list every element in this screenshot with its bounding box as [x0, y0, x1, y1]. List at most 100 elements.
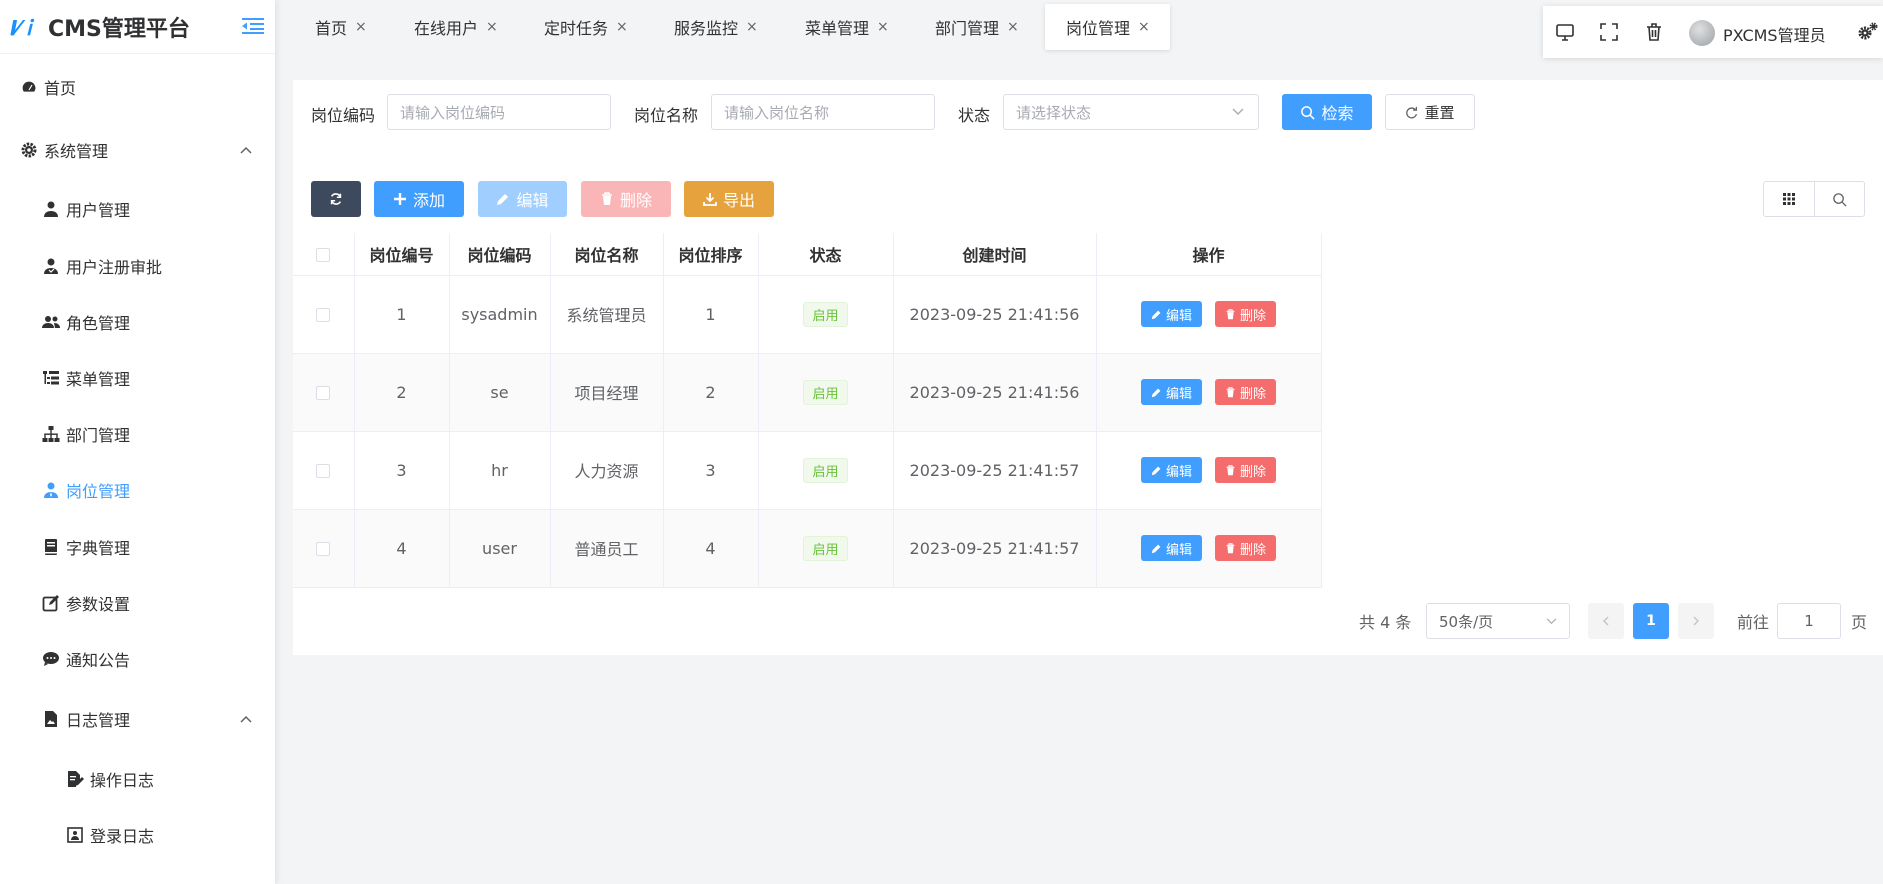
row-edit-label: 编辑	[1165, 308, 1192, 324]
close-icon[interactable]: ×	[746, 19, 758, 35]
row-delete-button[interactable]: 删除	[1215, 535, 1277, 561]
close-icon[interactable]: ×	[355, 19, 367, 35]
sidebar-item-departments[interactable]: 部门管理	[42, 419, 130, 449]
sidebar-item-params[interactable]: 参数设置	[42, 588, 130, 618]
reset-button[interactable]: 重置	[1385, 94, 1475, 130]
export-button[interactable]: 导出	[684, 181, 774, 217]
row-checkbox[interactable]	[316, 308, 331, 322]
sidebar-item-register-approval[interactable]: 用户注册审批	[42, 251, 162, 281]
sidebar-item-menus[interactable]: 菜单管理	[42, 363, 130, 393]
edit-button[interactable]: 编辑	[478, 181, 567, 217]
fullscreen-icon[interactable]	[1598, 21, 1620, 43]
row-checkbox[interactable]	[316, 464, 331, 478]
trash-icon[interactable]	[1643, 21, 1665, 43]
close-icon[interactable]: ×	[1007, 19, 1019, 35]
tab-post-mgmt[interactable]: 岗位管理 ×	[1045, 4, 1170, 50]
sidebar-item-operation-log[interactable]: 操作日志	[66, 764, 154, 794]
select-all-checkbox[interactable]	[316, 247, 331, 262]
column-header[interactable]: 岗位编号	[354, 233, 450, 276]
actions-cell: 编辑 删除	[1096, 431, 1322, 510]
sidebar-item-notices[interactable]: 通知公告	[42, 644, 130, 674]
username[interactable]: PXCMS管理员	[1723, 22, 1826, 46]
tab-home[interactable]: 首页 ×	[275, 4, 387, 50]
search-button[interactable]: 检索	[1282, 94, 1372, 130]
close-icon[interactable]: ×	[486, 19, 498, 35]
column-header[interactable]: 创建时间	[893, 233, 1097, 276]
close-icon[interactable]: ×	[616, 19, 628, 35]
column-header[interactable]: 岗位编码	[449, 233, 551, 276]
post-code: hr	[449, 431, 551, 510]
columns-toggle[interactable]	[1764, 182, 1815, 216]
sidebar-item-label: 首页	[44, 79, 77, 98]
row-edit-button[interactable]: 编辑	[1140, 535, 1202, 561]
sidebar-item-dictionary[interactable]: 字典管理	[42, 532, 130, 562]
status-badge: 启用	[803, 301, 848, 327]
post-id: 4	[354, 509, 450, 588]
monitor-icon[interactable]	[1554, 21, 1576, 43]
chevron-up-icon[interactable]	[240, 146, 252, 154]
edit-button-label: 编辑	[516, 191, 549, 210]
search-panel: 岗位编码 请输入岗位编码 岗位名称 请输入岗位名称 状态 请选择状态 检索 重置	[293, 80, 1883, 165]
status-select[interactable]: 请选择状态	[1003, 94, 1259, 130]
goto-page-input[interactable]: 1	[1777, 603, 1841, 639]
page-size-value: 50条/页	[1439, 612, 1494, 631]
column-header[interactable]: 状态	[758, 233, 894, 276]
page-size-select[interactable]: 50条/页	[1426, 603, 1570, 639]
delete-button[interactable]: 删除	[581, 181, 671, 217]
row-delete-button[interactable]: 删除	[1215, 457, 1277, 483]
sidebar-item-system[interactable]: 系统管理	[20, 135, 108, 165]
tab-menu-mgmt[interactable]: 菜单管理 ×	[765, 4, 909, 50]
book-icon	[45, 539, 57, 555]
search-toggle[interactable]	[1815, 182, 1865, 216]
column-header[interactable]: 岗位排序	[663, 233, 759, 276]
menu-collapse-icon[interactable]	[242, 17, 264, 35]
tab-online-users[interactable]: 在线用户 ×	[374, 4, 518, 50]
post-name-input[interactable]: 请输入岗位名称	[711, 94, 935, 130]
refresh-icon	[330, 193, 342, 205]
tab-server-monitor[interactable]: 服务监控 ×	[634, 4, 778, 50]
sidebar-item-label: 操作日志	[90, 771, 155, 790]
column-header[interactable]: 岗位名称	[550, 233, 664, 276]
refresh-button[interactable]	[311, 181, 361, 217]
chevron-up-icon[interactable]	[240, 715, 252, 723]
post-name-label: 岗位名称	[634, 106, 699, 125]
sidebar-item-login-log[interactable]: 登录日志	[66, 820, 154, 850]
post-code-input[interactable]: 请输入岗位编码	[387, 94, 611, 130]
sidebar-item-users[interactable]: 用户管理	[42, 194, 130, 224]
row-edit-button[interactable]: 编辑	[1140, 457, 1202, 483]
gears-icon[interactable]	[1857, 21, 1879, 43]
add-button[interactable]: 添加	[374, 181, 464, 217]
page-number-current[interactable]: 1	[1633, 603, 1669, 639]
status-label: 状态	[958, 106, 991, 125]
list-tree-icon	[43, 371, 59, 385]
dashboard-icon	[21, 80, 37, 93]
sidebar-item-home[interactable]: 首页	[20, 72, 76, 102]
next-page-button[interactable]	[1678, 603, 1714, 639]
row-edit-button[interactable]: 编辑	[1140, 379, 1202, 405]
delete-button-label: 删除	[619, 191, 652, 210]
close-icon[interactable]: ×	[1138, 19, 1150, 35]
row-checkbox[interactable]	[316, 542, 331, 556]
row-select-cell	[293, 509, 355, 588]
sidebar-item-label: 参数设置	[66, 595, 131, 614]
actions-cell: 编辑 删除	[1096, 275, 1322, 354]
row-delete-button[interactable]: 删除	[1215, 379, 1277, 405]
column-header[interactable]: 操作	[1096, 233, 1322, 276]
sidebar-item-logs[interactable]: 日志管理	[42, 704, 130, 734]
row-select-cell	[293, 353, 355, 432]
post-name: 系统管理员	[550, 275, 664, 354]
prev-page-button[interactable]	[1588, 603, 1624, 639]
sidebar-item-roles[interactable]: 角色管理	[42, 307, 130, 337]
row-delete-button[interactable]: 删除	[1215, 301, 1277, 327]
download-icon	[703, 193, 717, 206]
close-icon[interactable]: ×	[877, 19, 889, 35]
sidebar-item-posts[interactable]: 岗位管理	[42, 475, 130, 505]
sidebar-item-label: 部门管理	[66, 426, 131, 445]
avatar[interactable]	[1689, 20, 1715, 46]
created-time: 2023-09-25 21:41:56	[893, 353, 1097, 432]
tab-scheduled-jobs[interactable]: 定时任务 ×	[504, 4, 648, 50]
tab-dept-mgmt[interactable]: 部门管理 ×	[895, 4, 1039, 50]
row-checkbox[interactable]	[316, 386, 331, 400]
table-panel: 添加 编辑 删除 导出 岗位编号 岗位编码 岗位名称 岗位排序 状态 创建时间 …	[293, 165, 1883, 655]
row-edit-button[interactable]: 编辑	[1140, 301, 1202, 327]
